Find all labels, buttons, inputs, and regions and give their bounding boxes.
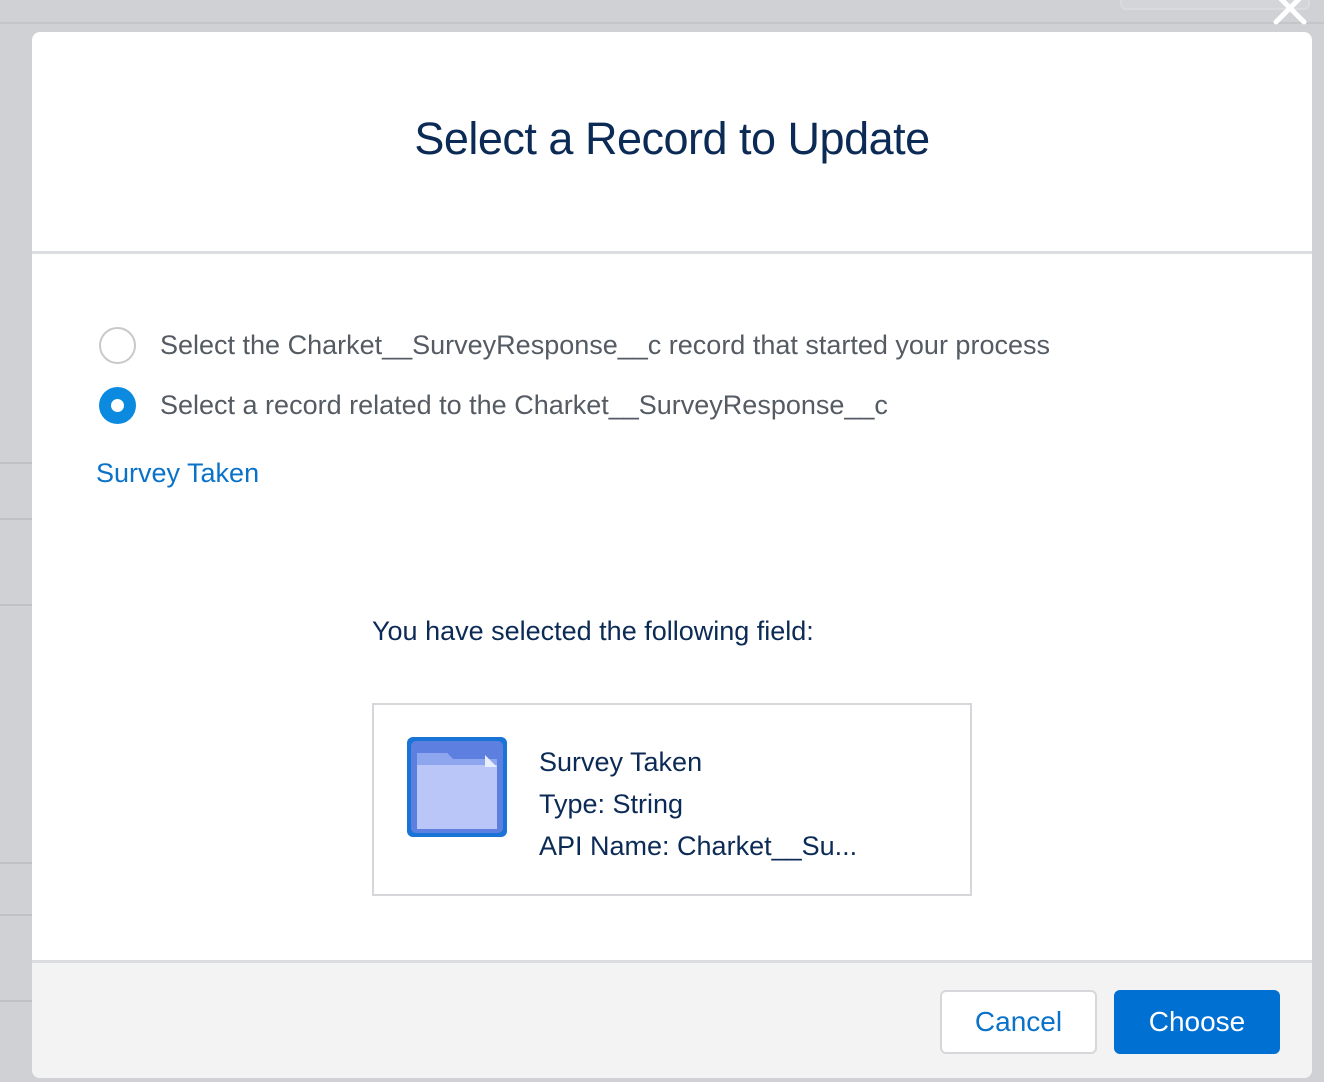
dialog-body: Select the Charket__SurveyResponse__c re…	[32, 254, 1312, 960]
option-started-record[interactable]: Select the Charket__SurveyResponse__c re…	[99, 327, 1050, 364]
option-started-record-label: Select the Charket__SurveyResponse__c re…	[160, 330, 1050, 360]
dialog-title: Select a Record to Update	[414, 112, 930, 164]
selected-field-heading: You have selected the following field:	[372, 616, 814, 646]
related-field-link[interactable]: Survey Taken	[96, 458, 259, 489]
selected-field-api-name: API Name: Charket__Su...	[539, 831, 858, 861]
radio-related-record[interactable]	[99, 387, 136, 424]
selected-field-name: Survey Taken	[539, 747, 703, 777]
cancel-button[interactable]: Cancel	[940, 990, 1097, 1054]
close-icon	[1273, 0, 1307, 25]
dialog-header: Select a Record to Update	[32, 32, 1312, 254]
option-related-record[interactable]: Select a record related to the Charket__…	[99, 387, 888, 424]
select-record-dialog: Select a Record to Update Select the Cha…	[32, 32, 1312, 1078]
background-divider	[0, 22, 1324, 24]
dialog-footer: Cancel Choose	[32, 960, 1312, 1078]
radio-started-record[interactable]	[99, 327, 136, 364]
option-related-record-label: Select a record related to the Charket__…	[160, 390, 888, 420]
selected-field-details: Survey Taken Type: String API Name: Char…	[539, 741, 857, 867]
choose-button[interactable]: Choose	[1114, 990, 1280, 1054]
selected-field-card: Survey Taken Type: String API Name: Char…	[372, 703, 972, 896]
close-button[interactable]	[1268, 0, 1312, 28]
folder-icon	[407, 737, 507, 837]
selected-field-type: Type: String	[539, 789, 684, 819]
